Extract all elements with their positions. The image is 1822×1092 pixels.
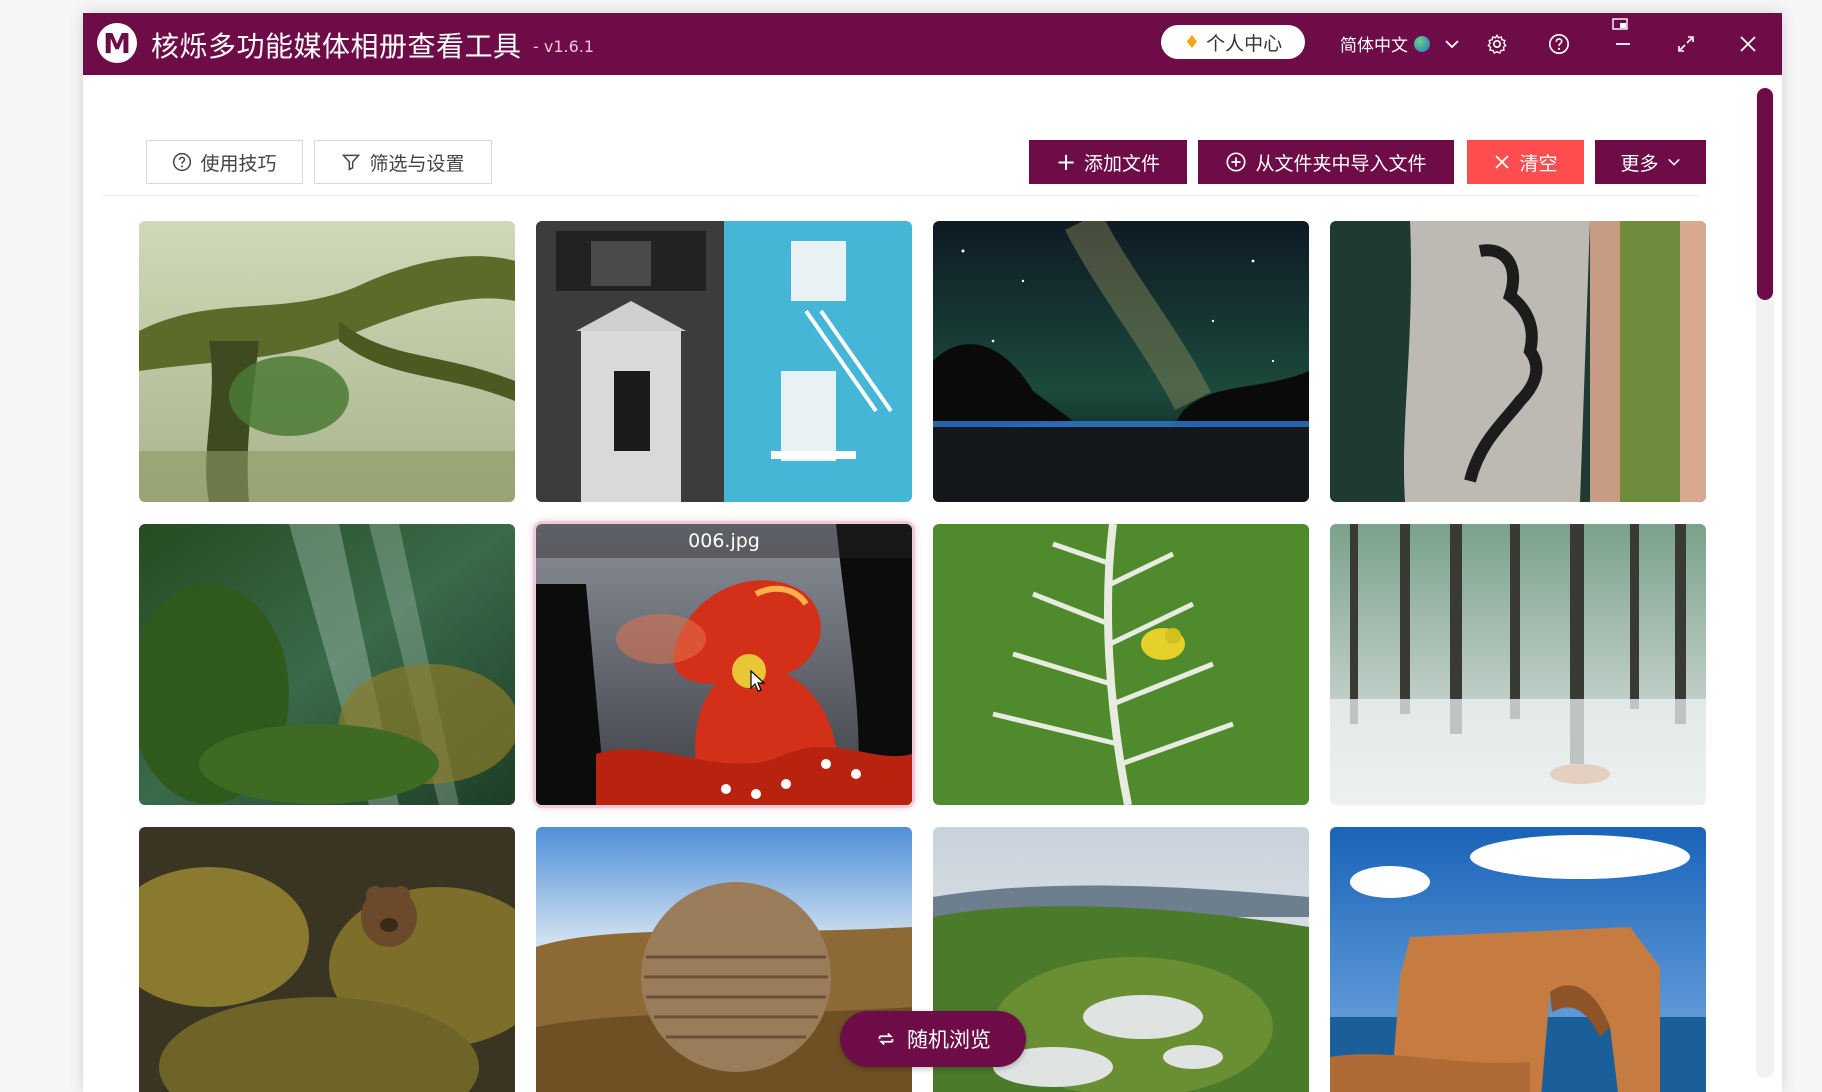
- shuffle-icon: [878, 1032, 894, 1046]
- gallery-thumbnail[interactable]: [1330, 524, 1706, 805]
- thumbnail-image: [139, 221, 515, 502]
- close-button[interactable]: [1731, 27, 1765, 61]
- app-window: M 核烁多功能媒体相册查看工具 - v1.6.1 ♦ 个人中心 简体中文 使用技…: [83, 13, 1782, 1092]
- gallery-thumbnail[interactable]: [1330, 221, 1706, 502]
- language-label: 简体中文: [1340, 36, 1408, 56]
- help-icon: [173, 152, 192, 172]
- profile-center-button[interactable]: ♦ 个人中心: [1161, 25, 1305, 59]
- plus-icon: +: [1055, 148, 1077, 176]
- app-title: 核烁多功能媒体相册查看工具: [151, 30, 522, 63]
- add-file-label: 添加文件: [1084, 152, 1161, 175]
- close-icon: [1495, 155, 1510, 169]
- clear-label: 清空: [1519, 152, 1558, 175]
- random-browse-label: 随机浏览: [907, 1028, 991, 1052]
- thumbnail-image: [536, 221, 912, 502]
- settings-button[interactable]: [1480, 27, 1514, 61]
- scrollbar-thumb[interactable]: [1757, 88, 1773, 300]
- chevron-down-icon: [1667, 158, 1680, 166]
- thumbnail-image: [139, 827, 515, 1092]
- filter-icon: [342, 154, 361, 171]
- chevron-down-icon: [1445, 39, 1459, 48]
- gallery-thumbnail[interactable]: [139, 524, 515, 805]
- tips-label: 使用技巧: [200, 152, 277, 175]
- gallery-thumbnail[interactable]: [933, 524, 1309, 805]
- help-icon: [1549, 34, 1569, 54]
- maximize-button[interactable]: [1669, 27, 1703, 61]
- title-bar[interactable]: M 核烁多功能媒体相册查看工具 - v1.6.1 ♦ 个人中心 简体中文: [83, 13, 1782, 75]
- gallery-thumbnail[interactable]: [933, 221, 1309, 502]
- gallery-thumbnail[interactable]: [536, 221, 912, 502]
- thumbnail-image: [1330, 827, 1706, 1092]
- thumbnail-image: [933, 221, 1309, 502]
- minimize-button[interactable]: [1606, 27, 1640, 61]
- globe-icon: [1414, 35, 1430, 52]
- gallery-thumbnail[interactable]: [1330, 827, 1706, 1092]
- tips-button[interactable]: 使用技巧: [146, 140, 303, 184]
- content-panel: 使用技巧 筛选与设置 + 添加文件 从文件夹中导入文件 清空 更多 006.jp…: [103, 103, 1706, 1092]
- random-browse-button[interactable]: 随机浏览: [840, 1011, 1026, 1067]
- profile-center-label: 个人中心: [1206, 32, 1283, 55]
- thumbnail-image: [1330, 221, 1706, 502]
- add-file-button[interactable]: + 添加文件: [1029, 140, 1187, 184]
- filter-settings-label: 筛选与设置: [369, 152, 465, 175]
- more-button[interactable]: 更多: [1595, 140, 1706, 184]
- thumbnail-filename: 006.jpg: [536, 524, 912, 558]
- import-folder-button[interactable]: 从文件夹中导入文件: [1198, 140, 1454, 184]
- gallery-thumbnail[interactable]: [139, 827, 515, 1092]
- gallery-thumbnail-selected[interactable]: 006.jpg: [536, 524, 912, 805]
- import-folder-label: 从文件夹中导入文件: [1255, 152, 1427, 175]
- app-logo: M: [97, 23, 137, 63]
- diamond-icon: ♦: [1183, 31, 1201, 53]
- app-version: - v1.6.1: [533, 37, 595, 56]
- filter-settings-button[interactable]: 筛选与设置: [314, 140, 492, 184]
- close-icon: [1740, 36, 1756, 52]
- thumbnail-image: [139, 524, 515, 805]
- help-button[interactable]: [1542, 27, 1576, 61]
- gear-icon: [1487, 33, 1507, 54]
- more-label: 更多: [1620, 152, 1659, 175]
- language-selector[interactable]: 简体中文: [1340, 31, 1460, 56]
- minimize-icon: [1616, 43, 1630, 45]
- toolbar-divider: [103, 195, 1698, 196]
- clear-button[interactable]: 清空: [1467, 140, 1584, 184]
- thumbnail-image: [1330, 524, 1706, 805]
- mouse-pointer-icon: [750, 670, 766, 692]
- expand-icon: [1678, 36, 1694, 52]
- thumbnail-image: [933, 524, 1309, 805]
- gallery-thumbnail[interactable]: [139, 221, 515, 502]
- thumbnail-image: [536, 524, 912, 805]
- add-circle-icon: [1226, 152, 1247, 172]
